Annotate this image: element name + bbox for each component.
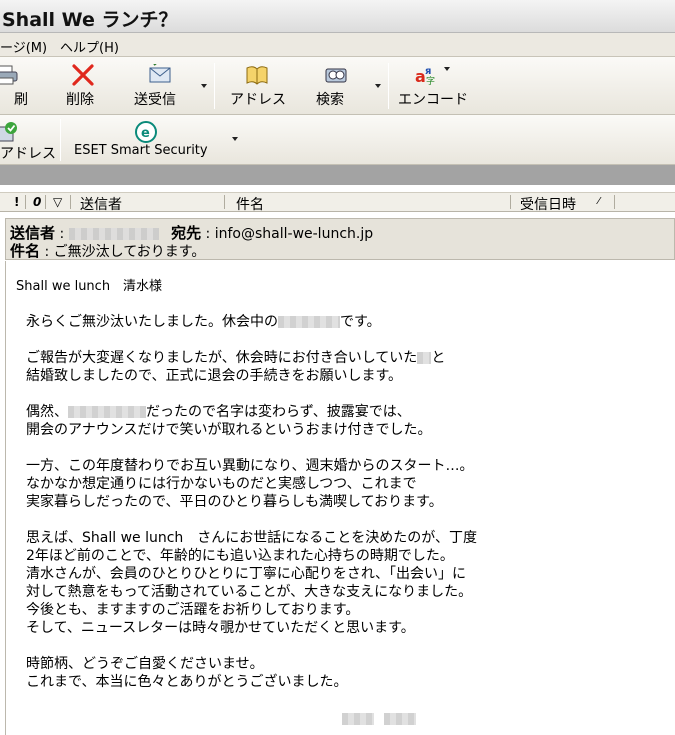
text-line: 時節柄、どうぞご自愛くださいませ。: [26, 656, 264, 672]
flag-column-icon[interactable]: ▽: [53, 195, 62, 209]
address-check-icon: [0, 122, 17, 142]
find-button[interactable]: 検索: [310, 57, 366, 114]
name-redacted: [278, 316, 340, 328]
subject-label: 件名: [10, 242, 41, 260]
delete-label: 削除: [66, 92, 94, 108]
text-line: 清水さんが、会員のひとりひとりに丁寧に心配りをされ、「出会い」に: [26, 566, 467, 582]
text-line: なかなか想定通りには行かないものだと実感しつつ、これまで: [26, 476, 417, 492]
paragraph-6: 時節柄、どうぞご自愛くださいませ。 これまで、本当に色々とありがとうございました…: [26, 655, 347, 691]
greeting: Shall we lunch 清水様: [16, 279, 163, 294]
toolbar-separator: [214, 63, 215, 109]
text-line: 開会のアナウンスだけで笑いが取れるというおまけ付きでした。: [26, 422, 432, 438]
signature-blur: [342, 712, 374, 725]
text-line: 永らくご無沙汰いたしました。休会中の: [26, 314, 278, 330]
encoding-icon: a я 字: [415, 66, 435, 86]
text-line: 一方、この年度替わりでお互い異動になり、週末婚からのスタート…。: [26, 458, 474, 474]
column-received[interactable]: 受信日時: [520, 194, 576, 214]
column-from[interactable]: 送信者: [80, 194, 122, 214]
folder-bar: [0, 165, 675, 185]
column-separator: [45, 195, 46, 209]
eset-label: ESET Smart Security: [74, 143, 208, 158]
title-bar: Shall We ランチ？: [0, 0, 675, 33]
text-line: これまで、本当に色々とありがとうございました。: [26, 674, 348, 690]
svg-text:e: e: [141, 126, 150, 141]
text-line: 思えば、Shall we lunch さんにお世話になることを決めたのが、丁度: [26, 530, 478, 546]
find-label: 検索: [316, 92, 344, 108]
address-button-2[interactable]: アドレス: [0, 115, 56, 164]
printer-icon: [0, 65, 18, 85]
sort-indicator-icon: ⁄: [598, 196, 600, 207]
text-line: と: [431, 350, 446, 366]
text-line: だったので名字は変わらず、披露宴では、: [146, 404, 411, 420]
address-book-button[interactable]: アドレス: [226, 57, 290, 114]
print-button[interactable]: 印刷: [0, 57, 40, 114]
paragraph-1: 永らくご無沙汰いたしました。休会中の です。: [26, 313, 381, 331]
svg-text:я: я: [425, 66, 431, 77]
find-icon: [325, 68, 347, 83]
column-separator: [224, 195, 225, 209]
toolbar-separator: [388, 63, 389, 109]
address-book-icon: [246, 66, 268, 85]
column-separator: [614, 195, 615, 209]
text-line: です。: [340, 314, 381, 330]
preview-header: 送信者 : 宛先 : info@shall-we-lunch.jp 件名 : ご…: [5, 218, 675, 260]
main-toolbar: 印刷 削除 送受信 アドレス 検索 a я 字 エンコード: [0, 57, 675, 115]
subject-line: 件名 : ご無沙汰しております。: [10, 242, 206, 260]
address-book-label: アドレス: [230, 92, 286, 108]
window-title: Shall We ランチ？: [2, 9, 178, 31]
attachment-column-icon[interactable]: 0: [33, 195, 41, 209]
paragraph-3: 偶然、 だったので名字は変わらず、披露宴では、 開会のアナウンスだけで笑いが取れる…: [26, 403, 431, 439]
name-redacted: [68, 406, 146, 418]
svg-text:字: 字: [426, 75, 435, 86]
text-line: 偶然、: [26, 404, 68, 420]
signature-blur: [384, 712, 417, 725]
column-subject[interactable]: 件名: [236, 194, 264, 214]
column-separator: [510, 195, 511, 209]
text-line: 実家暮らしだったので、平日のひとり暮らしも満喫しております。: [26, 494, 443, 510]
text-line: ご報告が大変遅くなりましたが、休会時にお付き合いしていた: [26, 350, 418, 366]
paragraph-2: ご報告が大変遅くなりましたが、休会時にお付き合いしていたと 結婚致しましたので、…: [26, 349, 445, 385]
eset-dropdown-icon[interactable]: [232, 137, 238, 141]
text-line: 2年ほど前のことで、年齢的にも追い込まれた心持ちの時期でした。: [26, 548, 454, 564]
paragraph-5: 思えば、Shall we lunch さんにお世話になることを決めたのが、丁度 …: [26, 529, 477, 637]
to-value[interactable]: info@shall-we-lunch.jp: [215, 226, 373, 242]
text-line: 今後とも、ますますのご活躍をお祈りしております。: [26, 602, 360, 618]
toolbar-separator: [60, 119, 61, 161]
send-receive-icon: [149, 64, 171, 83]
eset-button[interactable]: e ESET Smart Security: [70, 115, 230, 164]
column-separator: [70, 195, 71, 209]
menu-help[interactable]: ヘルプ(H): [60, 37, 119, 56]
message-body[interactable]: Shall we lunch 清水様 永らくご無沙汰いたしました。休会中の です。…: [5, 261, 675, 735]
encoding-button[interactable]: a я 字 エンコード: [396, 57, 476, 114]
send-receive-button[interactable]: 送受信: [128, 57, 194, 114]
send-receive-label: 送受信: [134, 92, 176, 108]
column-separator: [25, 195, 26, 209]
eset-logo-icon: e: [135, 121, 157, 143]
encoding-dropdown-icon[interactable]: [444, 67, 450, 71]
menu-bar: ージ(M) ヘルプ(H): [0, 33, 675, 57]
delete-x-icon: [72, 64, 94, 86]
sender-name-redacted: [68, 228, 159, 240]
name-redacted: [417, 352, 432, 364]
message-list-header: ! 0 ▽ 送信者 件名 受信日時 ⁄: [0, 192, 675, 214]
priority-column-icon[interactable]: !: [14, 195, 19, 209]
menu-message[interactable]: ージ(M): [0, 37, 47, 56]
subject-value: ご無沙汰しております。: [53, 244, 206, 260]
delete-button[interactable]: 削除: [60, 57, 108, 114]
text-line: 結婚致しましたので、正式に退会の手続きをお願いします。: [26, 368, 403, 384]
addon-toolbar: アドレス e ESET Smart Security: [0, 115, 675, 165]
text-line: そして、ニュースレターは時々覗かせていただくと思います。: [26, 620, 415, 636]
signature-redacted: [342, 711, 417, 726]
encoding-label: エンコード: [398, 92, 468, 108]
send-receive-dropdown-icon[interactable]: [201, 84, 207, 88]
address-label-2: アドレス: [0, 146, 56, 162]
print-label: 印刷: [0, 92, 28, 108]
paragraph-4: 一方、この年度替わりでお互い異動になり、週末婚からのスタート…。 なかなか想定通…: [26, 457, 473, 511]
find-dropdown-icon[interactable]: [375, 84, 381, 88]
text-line: 対して熱意をもって活動されていることが、大きな支えになりました。: [26, 584, 473, 600]
